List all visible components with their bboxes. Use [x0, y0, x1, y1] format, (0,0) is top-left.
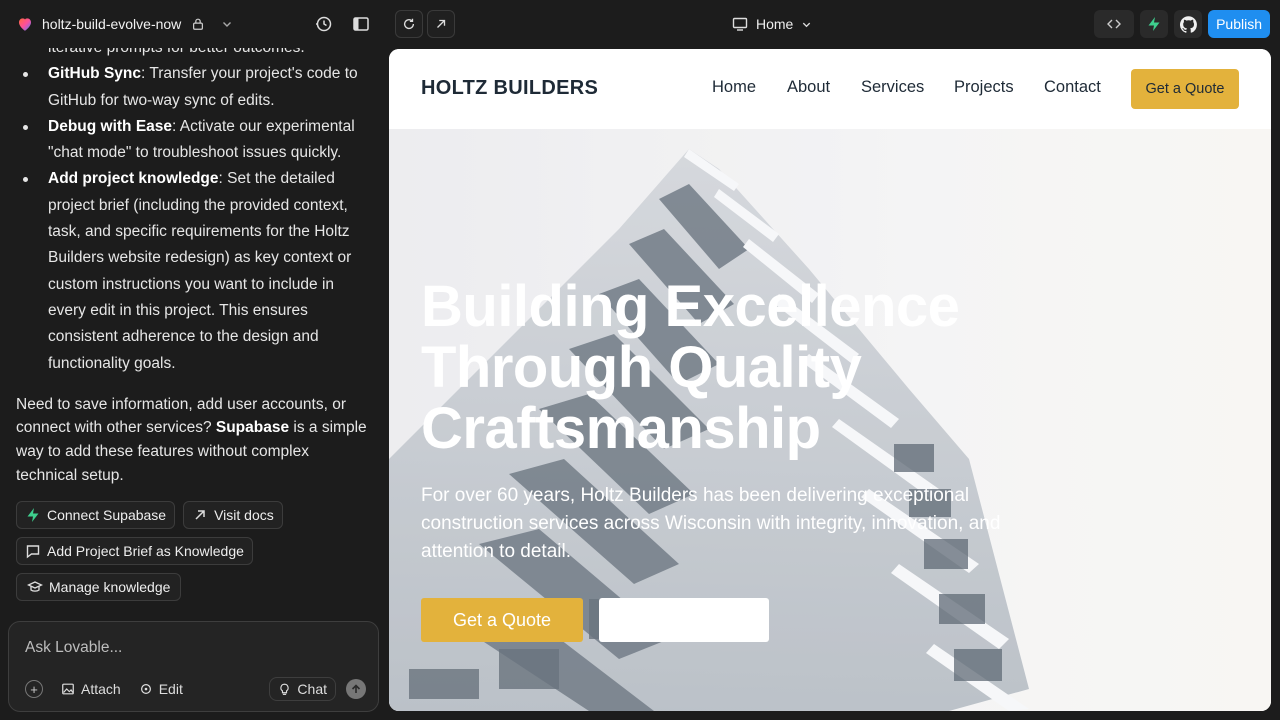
- nav-link-services[interactable]: Services: [861, 78, 924, 97]
- hero-secondary-button[interactable]: [599, 598, 769, 642]
- top-bar: holtz-build-evolve-now Home Publish: [0, 0, 1280, 48]
- open-external-button[interactable]: [427, 10, 455, 38]
- chat-message: iterative prompts for better outcomes. G…: [16, 48, 372, 602]
- nav-link-home[interactable]: Home: [712, 78, 756, 97]
- monitor-icon: [732, 17, 748, 31]
- refresh-icon: [403, 18, 415, 30]
- plus-icon: +: [30, 681, 38, 697]
- visit-docs-button[interactable]: Visit docs: [183, 501, 283, 530]
- hero-title: Building Excellence Through Quality Craf…: [421, 274, 960, 461]
- target-icon: [140, 684, 151, 694]
- project-switcher[interactable]: holtz-build-evolve-now: [16, 12, 233, 36]
- edit-label: Edit: [158, 681, 183, 697]
- history-icon[interactable]: [314, 14, 334, 34]
- manage-knowledge-label: Manage knowledge: [49, 579, 171, 596]
- hero-section: Building Excellence Through Quality Craf…: [389, 129, 1271, 711]
- chevron-down-icon: [803, 22, 811, 27]
- nav-link-contact[interactable]: Contact: [1044, 78, 1101, 97]
- message-icon: [26, 545, 40, 559]
- arrow-up-right-icon: [195, 510, 205, 520]
- lovable-heart-icon: [19, 18, 31, 31]
- list-item: Debug with Ease: Activate our experiment…: [23, 114, 372, 167]
- site-logo[interactable]: HOLTZ BUILDERS: [421, 77, 598, 100]
- nav-link-about[interactable]: About: [787, 78, 830, 97]
- hero-quote-button[interactable]: Get a Quote: [421, 598, 583, 642]
- partial-line: iterative prompts for better outcomes.: [16, 48, 372, 61]
- supabase-button[interactable]: [1140, 10, 1169, 38]
- connect-supabase-label: Connect Supabase: [47, 507, 167, 524]
- supabase-paragraph: Need to save information, add user accou…: [16, 393, 372, 487]
- right-toolbar: Publish: [1094, 10, 1270, 38]
- chat-panel: iterative prompts for better outcomes. G…: [0, 48, 388, 720]
- sidebar-toggle-icon[interactable]: [351, 14, 371, 34]
- site-header: HOLTZ BUILDERS Home About Services Proje…: [389, 49, 1271, 129]
- github-icon: [1179, 15, 1197, 33]
- lock-icon: [193, 18, 204, 30]
- bullet-title: GitHub Sync: [48, 65, 142, 83]
- route-label: Home: [756, 16, 794, 32]
- add-brief-label: Add Project Brief as Knowledge: [47, 543, 244, 560]
- supabase-icon: [27, 508, 39, 523]
- route-selector[interactable]: Home: [732, 12, 812, 36]
- edit-button[interactable]: Edit: [139, 681, 183, 697]
- arrow-up-right-icon: [437, 19, 446, 28]
- chat-input-box: + Attach Edit Chat: [8, 621, 379, 712]
- preview-frame: HOLTZ BUILDERS Home About Services Proje…: [389, 49, 1271, 711]
- project-name: holtz-build-evolve-now: [42, 16, 182, 32]
- arrow-up-icon: [351, 684, 361, 693]
- list-item: Add project knowledge: Set the detailed …: [23, 166, 372, 376]
- graduation-cap-icon: [27, 581, 43, 593]
- bullet-title: Debug with Ease: [48, 117, 173, 135]
- feature-list: GitHub Sync: Transfer your project's cod…: [16, 61, 372, 377]
- chat-mode-button[interactable]: Chat: [269, 677, 336, 701]
- lightbulb-icon: [280, 683, 290, 695]
- supabase-bold: Supabase: [215, 419, 290, 437]
- connect-supabase-button[interactable]: Connect Supabase: [16, 501, 176, 530]
- nav-link-projects[interactable]: Projects: [954, 78, 1014, 97]
- nav-quote-button[interactable]: Get a Quote: [1131, 69, 1239, 109]
- chat-mode-label: Chat: [297, 681, 327, 697]
- plus-button[interactable]: +: [25, 680, 43, 698]
- publish-button[interactable]: Publish: [1208, 10, 1270, 38]
- attach-button[interactable]: Attach: [61, 681, 121, 697]
- refresh-button[interactable]: [395, 10, 423, 38]
- code-view-button[interactable]: [1094, 10, 1135, 38]
- github-button[interactable]: [1174, 10, 1203, 38]
- image-icon: [62, 683, 74, 695]
- add-brief-button[interactable]: Add Project Brief as Knowledge: [16, 537, 253, 566]
- action-chips: Connect Supabase Visit docs Add Project …: [16, 501, 376, 602]
- code-icon: [1107, 19, 1122, 29]
- bullet-text: : Set the detailed project brief (includ…: [48, 170, 352, 372]
- bullet-title: Add project knowledge: [48, 170, 219, 188]
- send-button[interactable]: [346, 679, 366, 699]
- attach-label: Attach: [81, 681, 121, 697]
- manage-knowledge-button[interactable]: Manage knowledge: [16, 573, 182, 602]
- supabase-icon: [1148, 17, 1160, 31]
- list-item: GitHub Sync: Transfer your project's cod…: [23, 61, 372, 114]
- visit-docs-label: Visit docs: [214, 507, 274, 524]
- chevron-down-icon: [223, 22, 232, 27]
- hero-subtitle: For over 60 years, Holtz Builders has be…: [421, 485, 1001, 562]
- input-toolbar: + Attach Edit Chat: [25, 677, 366, 701]
- chat-input[interactable]: [25, 636, 355, 660]
